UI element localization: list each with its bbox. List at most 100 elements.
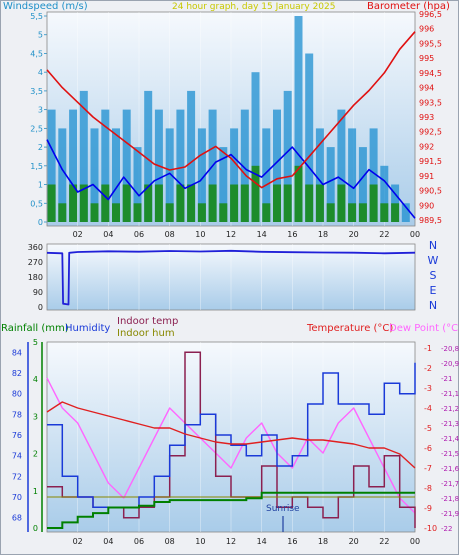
time-tick-label-lower: 12 bbox=[226, 537, 236, 546]
barometer-tick-label: 991 bbox=[419, 172, 434, 181]
barometer-tick-label: 994 bbox=[419, 84, 434, 93]
time-tick-label-lower: 10 bbox=[195, 537, 205, 546]
windspeed-tick-label: 2,5 bbox=[30, 124, 43, 133]
rainfall-tick-label: 5 bbox=[33, 338, 38, 347]
windspeed-avg-bar bbox=[230, 184, 239, 222]
compass-label: S bbox=[430, 269, 437, 282]
windspeed-avg-bar bbox=[305, 184, 314, 222]
graph-title: 24 hour graph, day 15 January 2025 bbox=[172, 2, 335, 12]
temperature-tick-label: -2 bbox=[424, 364, 432, 373]
windspeed-tick-label: 1,5 bbox=[30, 162, 43, 171]
time-tick-label: 14 bbox=[257, 230, 267, 239]
dewpoint-tick-label: -21,6 bbox=[441, 465, 459, 473]
temperature-tick-label: -4 bbox=[424, 404, 432, 413]
time-tick-label: 18 bbox=[318, 230, 328, 239]
dewpoint-tick-label: -20,8 bbox=[441, 345, 459, 353]
windspeed-avg-bar bbox=[294, 165, 303, 222]
humidity-axis-label: Humidity bbox=[65, 323, 110, 334]
dewpoint-tick-label: -21,2 bbox=[441, 405, 459, 413]
direction-tick-label: 180 bbox=[28, 273, 43, 282]
barometer-tick-label: 996,5 bbox=[419, 10, 442, 19]
barometer-tick-label: 990,5 bbox=[419, 187, 442, 196]
dewpoint-tick-label: -20,9 bbox=[441, 360, 459, 368]
temperature-tick-label: -6 bbox=[424, 444, 432, 453]
temperature-tick-label: -7 bbox=[424, 464, 432, 473]
time-tick-label: 20 bbox=[349, 230, 359, 239]
windspeed-avg-bar bbox=[283, 184, 292, 222]
rainfall-tick-label: 1 bbox=[33, 487, 38, 496]
dewpoint-tick-label: -21,1 bbox=[441, 390, 459, 398]
barometer-tick-label: 989,5 bbox=[419, 216, 442, 225]
windspeed-avg-bar bbox=[90, 203, 99, 222]
direction-tick-label: 360 bbox=[28, 243, 43, 252]
windspeed-avg-bar bbox=[369, 184, 378, 222]
temperature-tick-label: -3 bbox=[424, 384, 432, 393]
humidity-tick-label: 74 bbox=[12, 452, 22, 461]
compass-label: W bbox=[428, 254, 439, 267]
dewpoint-tick-label: -21,3 bbox=[441, 420, 459, 428]
temperature-tick-label: -8 bbox=[424, 484, 432, 493]
barometer-tick-label: 992,5 bbox=[419, 128, 442, 137]
time-tick-label: 16 bbox=[287, 230, 297, 239]
dewpoint-tick-label: -22 bbox=[441, 525, 452, 533]
windspeed-axis-label: Windspeed (m/s) bbox=[3, 1, 88, 12]
windspeed-avg-bar bbox=[315, 184, 324, 222]
time-tick-label: 02 bbox=[73, 230, 83, 239]
time-tick-label-lower: 22 bbox=[379, 537, 389, 546]
windspeed-tick-label: 4 bbox=[38, 68, 43, 77]
time-tick-label-lower: 14 bbox=[257, 537, 267, 546]
windspeed-avg-bar bbox=[122, 184, 131, 222]
windspeed-avg-bar bbox=[348, 203, 357, 222]
barometer-tick-label: 990 bbox=[419, 201, 434, 210]
compass-label: N bbox=[429, 239, 437, 252]
windspeed-avg-bar bbox=[391, 203, 400, 222]
windspeed-tick-label: 0,5 bbox=[30, 199, 43, 208]
humidity-tick-label: 80 bbox=[12, 390, 22, 399]
temperature-tick-label: -10 bbox=[424, 524, 437, 533]
humidity-tick-label: 70 bbox=[12, 493, 22, 502]
humidity-tick-label: 84 bbox=[12, 348, 22, 357]
time-tick-label-lower: 20 bbox=[349, 537, 359, 546]
barometer-tick-label: 991,5 bbox=[419, 157, 442, 166]
windspeed-avg-bar bbox=[187, 184, 196, 222]
windspeed-tick-label: 3,5 bbox=[30, 87, 43, 96]
windspeed-avg-bar bbox=[380, 203, 389, 222]
windspeed-avg-bar bbox=[101, 184, 110, 222]
barometer-tick-label: 993,5 bbox=[419, 98, 442, 107]
direction-tick-label: 270 bbox=[28, 258, 43, 267]
barometer-tick-label: 995,5 bbox=[419, 39, 442, 48]
dewpoint-tick-label: -21,5 bbox=[441, 450, 459, 458]
windspeed-avg-bar bbox=[208, 184, 217, 222]
time-tick-label: 00 bbox=[410, 230, 420, 239]
temperature-tick-label: -9 bbox=[424, 504, 432, 513]
dewpoint-tick-label: -21,7 bbox=[441, 480, 459, 488]
temperature-axis-label: Temperature (°C) bbox=[306, 323, 393, 334]
time-tick-label-lower: 06 bbox=[134, 537, 144, 546]
windspeed-avg-bar bbox=[133, 203, 142, 222]
rainfall-tick-label: 3 bbox=[33, 412, 38, 421]
direction-tick-label: 90 bbox=[33, 288, 43, 297]
humidity-tick-label: 76 bbox=[12, 431, 22, 440]
windspeed-tick-label: 5,5 bbox=[30, 12, 43, 21]
temperature-tick-label: -1 bbox=[424, 344, 432, 353]
windspeed-avg-bar bbox=[112, 203, 120, 222]
dewpoint-tick-label: -21,4 bbox=[441, 435, 459, 443]
dewpoint-tick-label: -21,9 bbox=[441, 510, 459, 518]
humidity-tick-label: 78 bbox=[12, 410, 22, 419]
windspeed-avg-bar bbox=[197, 203, 206, 222]
time-tick-label-lower: 04 bbox=[103, 537, 113, 546]
windspeed-avg-bar bbox=[358, 203, 367, 222]
windspeed-tick-label: 2 bbox=[38, 143, 43, 152]
compass-label: E bbox=[430, 284, 437, 297]
barometer-tick-label: 993 bbox=[419, 113, 434, 122]
indoor-hum-label: Indoor hum bbox=[117, 328, 175, 339]
humidity-tick-label: 72 bbox=[12, 472, 22, 481]
time-tick-label: 12 bbox=[226, 230, 236, 239]
dewpoint-tick-label: -21 bbox=[441, 375, 452, 383]
time-tick-label-lower: 16 bbox=[287, 537, 297, 546]
humidity-tick-label: 68 bbox=[12, 514, 22, 523]
indoor-temp-label: Indoor temp bbox=[117, 316, 178, 327]
time-tick-label-lower: 02 bbox=[73, 537, 83, 546]
time-tick-label-lower: 18 bbox=[318, 537, 328, 546]
time-tick-label: 08 bbox=[165, 230, 175, 239]
